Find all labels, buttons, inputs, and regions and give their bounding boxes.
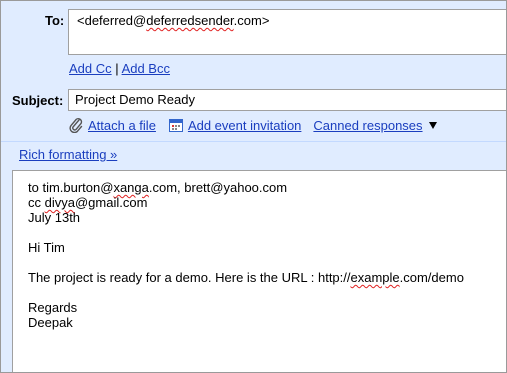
compose-panel: To: <deferred@deferredsender.com> Add Cc…	[0, 0, 507, 373]
calendar-icon	[168, 119, 183, 132]
attach-file-label[interactable]: Attach a file	[88, 118, 156, 133]
body-gap	[28, 255, 506, 270]
subject-field[interactable]: Project Demo Ready	[68, 89, 506, 111]
body-line-cc-c: @gmail.com	[74, 195, 148, 210]
attach-file-button[interactable]: Attach a file	[68, 117, 156, 133]
compose-toolbar: Attach a file Add event invitation Canne…	[68, 116, 437, 134]
subject-value: Project Demo Ready	[75, 92, 195, 107]
toolbar-divider	[1, 141, 506, 142]
body-text-c: .com/demo	[399, 270, 464, 285]
body-line-date: July 13th	[28, 210, 81, 225]
add-bcc-link[interactable]: Add Bcc	[122, 61, 170, 76]
link-separator: |	[115, 61, 119, 76]
body-line-to-b: xanga	[113, 180, 149, 195]
to-value-suffix: .com>	[233, 13, 270, 28]
body-gap	[28, 225, 506, 240]
to-value-prefix: <deferred@	[77, 13, 147, 28]
rich-formatting-row: Rich formatting »	[19, 147, 117, 162]
body-text: The project is ready for a demo. Here is…	[28, 270, 506, 285]
add-cc-link[interactable]: Add Cc	[69, 61, 112, 76]
to-field[interactable]: <deferred@deferredsender.com>	[68, 9, 506, 55]
add-event-label[interactable]: Add event invitation	[188, 118, 301, 133]
body-gap	[28, 285, 506, 300]
body-text-a: The project is ready for a demo. Here is…	[28, 270, 351, 285]
body-line-cc: cc divya@gmail.com	[28, 195, 506, 210]
canned-responses-label[interactable]: Canned responses	[313, 118, 422, 133]
paperclip-icon	[69, 117, 83, 133]
body-line-to-a: to tim.burton@	[28, 180, 114, 195]
recipient-links: Add Cc | Add Bcc	[69, 61, 170, 76]
subject-label: Subject:	[12, 93, 64, 108]
body-line-to-c: .com, brett@yahoo.com	[148, 180, 288, 195]
body-signature: Deepak	[28, 315, 73, 330]
body-text-b: example	[350, 270, 400, 285]
canned-responses-button[interactable]: Canned responses	[313, 118, 437, 133]
body-line-cc-b: divya	[44, 195, 75, 210]
add-event-button[interactable]: Add event invitation	[168, 117, 301, 133]
to-value-domain: deferredsender	[146, 13, 234, 28]
chevron-down-icon[interactable]	[428, 121, 437, 129]
rich-formatting-link[interactable]: Rich formatting »	[19, 147, 117, 162]
body-signoff: Regards	[28, 300, 78, 315]
body-greeting: Hi Tim	[28, 240, 65, 255]
body-line-to: to tim.burton@xanga.com, brett@yahoo.com	[28, 180, 506, 195]
to-label: To:	[45, 13, 65, 28]
body-line-cc-a: cc	[28, 195, 45, 210]
message-body[interactable]: to tim.burton@xanga.com, brett@yahoo.com…	[12, 170, 506, 372]
